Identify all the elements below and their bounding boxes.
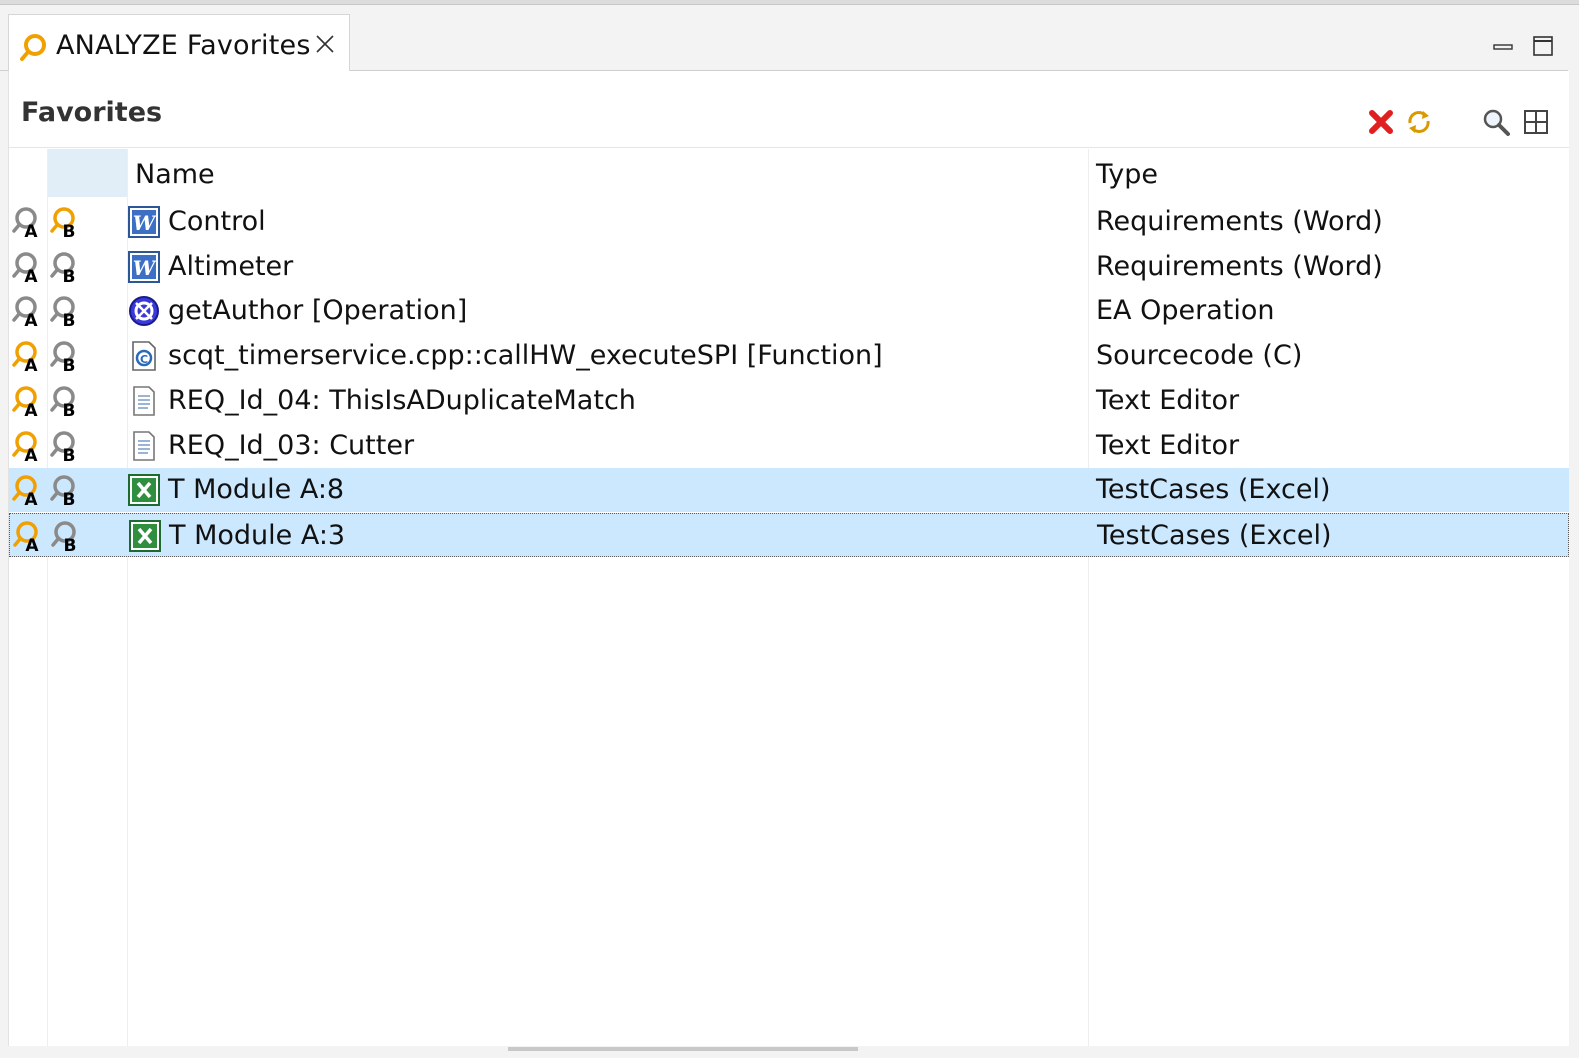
table-row[interactable]: A B REQ_Id_04: ThisIsADuplicateMatch Text E… <box>9 379 1569 423</box>
view-tab-bar: ANALYZE Favorites <box>0 12 1568 72</box>
table-row[interactable]: A B W Altimeter Requirements (Word) <box>9 245 1569 289</box>
row-type: TestCases (Excel) <box>1096 474 1331 506</box>
table-row[interactable]: A B Cscqt_timerservice.cpp::callHW_execute… <box>9 334 1569 378</box>
c-source-icon: C <box>128 340 160 372</box>
version-a-icon: A <box>11 430 43 466</box>
row-type: Text Editor <box>1096 384 1240 416</box>
word-doc-icon: W <box>128 206 160 238</box>
row-type: EA Operation <box>1096 295 1275 327</box>
version-b-icon: B <box>49 474 81 510</box>
version-a-icon: A <box>12 520 44 556</box>
row-type: Text Editor <box>1096 429 1240 461</box>
svg-text:A: A <box>24 222 38 240</box>
svg-text:B: B <box>63 356 76 374</box>
version-b-icon: B <box>49 430 81 466</box>
view-title: Favorites <box>21 97 163 128</box>
table-row[interactable]: A B REQ_Id_03: Cutter Text Editor <box>9 424 1569 468</box>
row-type: TestCases (Excel) <box>1097 519 1332 551</box>
svg-text:A: A <box>24 267 38 285</box>
version-a-icon: A <box>11 251 43 287</box>
version-b-icon: B <box>49 385 81 421</box>
svg-text:W: W <box>133 211 158 235</box>
favorites-table: Name Type A B W Control Requirements (Word) A… <box>9 149 1569 1046</box>
text-file-icon <box>128 385 160 417</box>
svg-text:A: A <box>24 490 38 508</box>
row-name: getAuthor [Operation] <box>168 295 468 327</box>
version-b-icon: B <box>49 251 81 287</box>
svg-text:W: W <box>133 256 158 280</box>
column-header-name[interactable]: Name <box>128 149 1088 197</box>
svg-text:B: B <box>63 490 76 508</box>
close-icon[interactable] <box>314 33 336 55</box>
column-header-type[interactable]: Type <box>1089 149 1569 197</box>
row-name: T Module A:3 <box>169 519 346 551</box>
svg-text:A: A <box>24 401 38 419</box>
table-row[interactable]: A B T Module A:3 TestCases (Excel) <box>9 512 1569 557</box>
tab-analyze-favorites[interactable]: ANALYZE Favorites <box>8 14 350 72</box>
row-type: Sourcecode (C) <box>1096 340 1303 372</box>
version-a-icon: A <box>11 474 43 510</box>
svg-text:A: A <box>24 356 38 374</box>
table-layout-button[interactable] <box>1519 107 1553 141</box>
row-name: scqt_timerservice.cpp::callHW_executeSPI… <box>168 340 883 372</box>
svg-text:B: B <box>63 401 76 419</box>
svg-text:C: C <box>140 353 148 366</box>
svg-text:B: B <box>63 267 76 285</box>
red-x-icon <box>1367 108 1395 140</box>
row-name: REQ_Id_03: Cutter <box>168 429 415 461</box>
horizontal-scrollbar[interactable] <box>508 1047 858 1051</box>
delete-favorite-button[interactable] <box>1364 107 1398 141</box>
sync-arrows-icon <box>1404 107 1434 141</box>
row-name: T Module A:8 <box>168 474 345 506</box>
svg-text:A: A <box>25 536 39 554</box>
version-b-icon: B <box>49 206 81 242</box>
window-top-border <box>0 0 1579 5</box>
maximize-icon[interactable] <box>1533 36 1553 56</box>
row-name: Altimeter <box>168 250 294 282</box>
version-a-icon: A <box>11 206 43 242</box>
sync-button[interactable] <box>1402 107 1436 141</box>
row-name: Control <box>168 206 266 237</box>
version-a-icon: A <box>11 295 43 331</box>
grid-icon <box>1522 108 1550 140</box>
column-header-label: Name <box>135 159 215 190</box>
ea-operation-icon <box>128 295 160 327</box>
tab-title: ANALYZE Favorites <box>56 30 311 61</box>
view-header: Favorites <box>9 71 1569 148</box>
table-row[interactable]: A B W Control Requirements (Word) <box>9 200 1569 244</box>
svg-text:B: B <box>63 446 76 464</box>
svg-text:B: B <box>63 222 76 240</box>
word-doc-icon: W <box>128 250 160 283</box>
column-header-b[interactable] <box>48 149 127 197</box>
version-a-icon: A <box>11 385 43 421</box>
search-button[interactable] <box>1479 107 1513 141</box>
version-b-icon: B <box>50 520 82 556</box>
search-icon <box>1481 107 1511 141</box>
row-type: Requirements (Word) <box>1096 206 1383 237</box>
svg-text:A: A <box>24 446 38 464</box>
excel-doc-icon <box>129 519 161 552</box>
version-b-icon: B <box>49 340 81 376</box>
svg-text:B: B <box>64 536 77 554</box>
column-header-label: Type <box>1096 159 1159 190</box>
svg-text:A: A <box>24 311 38 329</box>
version-a-icon: A <box>11 340 43 376</box>
table-row[interactable]: A BgetAuthor [Operation] EA Operation <box>9 289 1569 333</box>
minimize-icon[interactable] <box>1493 37 1513 50</box>
svg-text:B: B <box>63 311 76 329</box>
version-b-icon: B <box>49 295 81 331</box>
analyze-ring-icon <box>19 32 49 66</box>
excel-doc-icon <box>128 474 160 507</box>
table-row[interactable]: A B T Module A:8 TestCases (Excel) <box>9 468 1569 513</box>
row-name: REQ_Id_04: ThisIsADuplicateMatch <box>168 384 636 416</box>
text-file-icon <box>128 430 160 462</box>
favorites-view: Favorites Name Type A B W Control Requir… <box>8 71 1569 1046</box>
row-type: Requirements (Word) <box>1096 250 1383 282</box>
